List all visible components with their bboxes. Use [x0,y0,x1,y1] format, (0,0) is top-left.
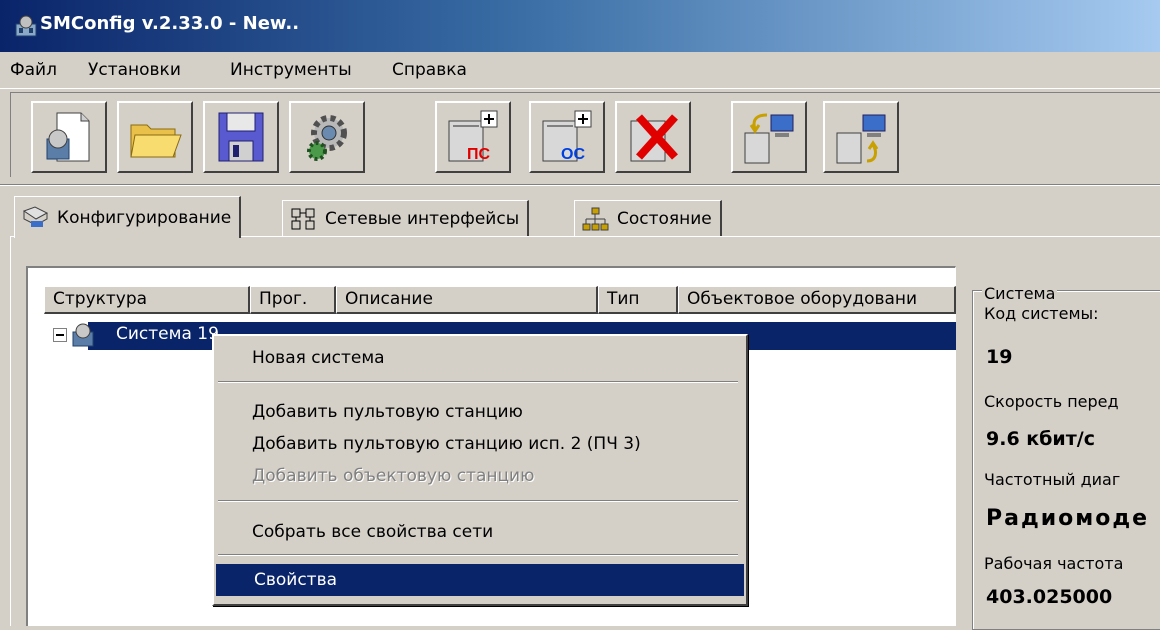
upload-icon [836,114,886,164]
menu-separator [218,554,738,556]
tab-network-interfaces[interactable]: Сетевые интерфейсы [282,200,530,236]
network-interfaces-icon [291,208,315,229]
download-icon [744,113,794,164]
menu-item-collect-network-properties[interactable]: Собрать все свойства сети [214,516,742,548]
column-header-description[interactable]: Описание [336,286,598,314]
menu-help[interactable]: Справка [392,60,467,80]
menu-item-add-console-station[interactable]: Добавить пультовую станцию [214,396,742,428]
system-code-label: Код системы: [984,304,1099,323]
column-header-structure[interactable]: Структура [44,286,250,314]
menu-item-add-console-station-v2[interactable]: Добавить пультовую станцию исп. 2 (ПЧ 3) [214,428,742,460]
menu-item-add-object-station: Добавить объектовую станцию [252,466,535,486]
menu-separator [218,500,738,502]
tab-label: Конфигурирование [57,207,232,228]
work-frequency-label: Рабочая частота [984,554,1124,573]
column-header-type[interactable]: Тип [598,286,678,314]
write-config-button[interactable] [823,101,899,173]
configure-icon [22,205,49,227]
menu-settings[interactable]: Установки [88,60,181,80]
context-menu: Новая система Добавить пультовую станцию… [212,334,748,606]
ps-badge-text: ПС [467,146,491,163]
toolbar-separator [0,184,1160,186]
status-tree-icon [582,207,609,230]
title-bar[interactable]: SMConfig v.2.33.0 - New.. [0,0,1160,52]
work-frequency-value: 403.025000 [986,586,1113,608]
read-config-button[interactable] [731,101,807,173]
tree-node-label[interactable]: Система 19 [116,324,219,344]
menu-tools[interactable]: Инструменты [230,60,352,80]
new-config-button[interactable] [31,101,107,173]
system-node-icon [72,323,94,347]
window-title: SMConfig v.2.33.0 - New.. [40,13,300,34]
delete-icon [630,114,678,162]
tab-label: Состояние [617,208,712,229]
menu-item-properties[interactable]: Свойства [216,564,744,596]
os-badge-text: ОС [561,146,585,163]
open-button[interactable] [117,101,193,173]
gear-icon [307,115,347,161]
transfer-speed-label: Скорость перед [984,392,1119,411]
transfer-speed-value: 9.6 кбит/с [986,428,1095,450]
frequency-range-value: Радиомоде [986,506,1150,531]
menu-file[interactable]: Файл [10,60,57,80]
menu-bar: Файл Установки Инструменты Справка [0,52,1160,89]
tab-status[interactable]: Состояние [574,200,722,236]
toolbar: ПС ОС [10,92,1160,177]
column-header-prog[interactable]: Прог. [250,286,336,314]
folder-icon [130,124,182,158]
add-station-os-icon: ОС [542,110,592,163]
add-ps-button[interactable]: ПС [435,101,511,173]
column-header-object-equipment[interactable]: Объектовое оборудовани [678,286,956,314]
tab-configuration[interactable]: Конфигурирование [14,196,242,238]
app-icon [15,15,37,37]
save-button[interactable] [203,101,279,173]
collapse-toggle-icon[interactable] [53,328,67,342]
new-document-icon [46,112,90,162]
system-code-value: 19 [986,346,1013,368]
tab-label: Сетевые интерфейсы [325,208,520,229]
settings-button[interactable] [289,101,365,173]
floppy-icon [218,112,264,162]
delete-button[interactable] [615,101,691,173]
frequency-range-label: Частотный диаг [984,470,1121,489]
add-station-ps-icon: ПС [448,110,498,163]
add-os-button[interactable]: ОС [529,101,605,173]
system-groupbox [972,290,1160,630]
menu-item-new-system[interactable]: Новая система [214,342,742,374]
groupbox-title: Система [982,284,1058,303]
menu-separator [218,381,738,383]
